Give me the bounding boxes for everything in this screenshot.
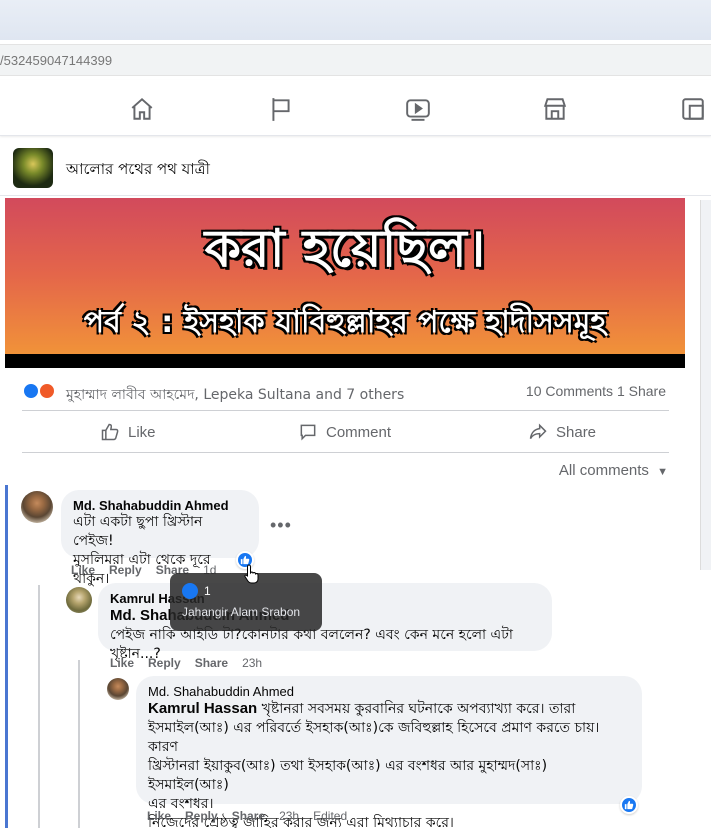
comment-share-link[interactable]: Share	[232, 809, 265, 823]
comment-reply-link[interactable]: Reply	[185, 809, 218, 823]
comment-like-link[interactable]: Like	[110, 656, 134, 670]
tooltip-name: Jahangir Alam Srabon	[182, 605, 301, 619]
reply-thread-line	[38, 585, 40, 828]
divider	[22, 452, 669, 453]
reply-thread-line	[78, 660, 80, 828]
comment-timestamp[interactable]: 23h	[279, 809, 299, 823]
url-text: /532459047144399	[0, 53, 113, 68]
comment-bubble: Md. Shahabuddin Ahmed এটা একটা ছুপা খ্রি…	[61, 490, 259, 587]
video-icon[interactable]	[405, 96, 431, 122]
chevron-down-icon: ▼	[657, 466, 668, 478]
browser-tabstrip	[0, 0, 711, 40]
home-icon[interactable]	[129, 96, 155, 122]
comment-actions: Like Reply Share 23h Edited	[147, 809, 347, 823]
comment-label: Comment	[326, 423, 392, 441]
comment-text: ইসমাইল(আঃ) এর পরিবর্তে ইসহাক(আঃ)কে জবিহু…	[148, 720, 600, 755]
page-name[interactable]: আলোর পথের পথ যাত্রী	[66, 158, 210, 183]
comment-bubble: Kamrul Hassan Md. Shahabuddin Ahmed পেইজ…	[98, 583, 552, 662]
thumbs-up-icon	[101, 423, 119, 441]
tooltip-count: 1	[204, 584, 211, 598]
comment-icon	[300, 424, 316, 441]
mention-name[interactable]: Kamrul Hassan	[148, 700, 257, 717]
comment-reply-link[interactable]: Reply	[109, 563, 142, 577]
comment-actions: Like Reply Share 23h	[110, 656, 262, 670]
like-label: Like	[128, 423, 156, 441]
scrollbar[interactable]	[700, 200, 711, 570]
reaction-summary[interactable]: মুহাম্মাদ লাবীব আহমেদ, Lepeka Sultana an…	[22, 380, 672, 404]
comment-text: খ্রিস্টানরা ইয়াকুব(আঃ) তথা ইসহাক(আঃ) এর…	[148, 758, 548, 793]
reaction-names[interactable]: মুহাম্মাদ লাবীব আহমেদ, Lepeka Sultana an…	[66, 383, 404, 407]
divider	[22, 410, 669, 411]
thumbs-up-icon	[624, 800, 634, 810]
shares-count[interactable]: 1 Share	[617, 383, 666, 399]
hand-cursor-icon	[244, 564, 260, 589]
edited-label: Edited	[313, 809, 348, 823]
comment-author[interactable]: Md. Shahabuddin Ahmed	[73, 498, 247, 513]
thread-highlight	[5, 485, 8, 828]
like-button[interactable]: Like	[100, 420, 156, 444]
more-options-icon[interactable]: •••	[270, 515, 292, 536]
share-button[interactable]: Share	[528, 420, 596, 444]
comment-like-link[interactable]: Like	[71, 563, 95, 577]
page-avatar[interactable]	[13, 148, 53, 188]
share-icon	[529, 423, 547, 440]
address-bar[interactable]: /532459047144399	[0, 44, 711, 76]
comment-text: এটা একটা ছুপা খ্রিস্টান পেইজ!	[73, 514, 203, 549]
angry-reaction-icon	[38, 382, 56, 400]
comment-text: খৃষ্টানরা সবসময় কুরবানির ঘটনাকে অপব্যাখ…	[261, 701, 576, 717]
flag-icon[interactable]	[268, 96, 294, 122]
comment-reply-link[interactable]: Reply	[148, 656, 181, 670]
comment-sort-dropdown[interactable]: All comments ▼	[559, 462, 668, 479]
like-count-badge[interactable]	[620, 796, 638, 814]
comment-bubble: Md. Shahabuddin Ahmed Kamrul Hassan খৃষ্…	[136, 676, 642, 828]
post-counts: 10 Comments 1 Share	[526, 383, 666, 399]
comment-sort-label: All comments	[558, 462, 649, 479]
post-image[interactable]: করা হয়েছিল। পর্ব ২ : ইসহাক যাবিহুল্লাহর…	[5, 198, 685, 368]
share-label: Share	[556, 423, 597, 441]
gaming-icon[interactable]	[680, 96, 706, 122]
comments-count[interactable]: 10 Comments	[526, 383, 613, 399]
top-navbar	[0, 80, 711, 136]
marketplace-icon[interactable]	[542, 96, 568, 122]
banner-strip	[5, 354, 685, 368]
page-header: আলোর পথের পথ যাত্রী	[0, 140, 711, 196]
avatar[interactable]	[107, 678, 129, 700]
comment-like-link[interactable]: Like	[147, 809, 171, 823]
banner-subheading: পর্ব ২ : ইসহাক যাবিহুল্লাহর পক্ষে হাদীসস…	[83, 305, 607, 340]
avatar[interactable]	[66, 587, 92, 613]
banner-heading: করা হয়েছিল।	[204, 219, 486, 279]
comment-share-link[interactable]: Share	[195, 656, 228, 670]
avatar[interactable]	[21, 491, 53, 523]
comment-author[interactable]: Md. Shahabuddin Ahmed	[148, 684, 630, 699]
comment-timestamp[interactable]: 23h	[242, 656, 262, 670]
comment-button[interactable]: Comment	[298, 420, 391, 444]
like-reaction-icon	[182, 583, 198, 599]
